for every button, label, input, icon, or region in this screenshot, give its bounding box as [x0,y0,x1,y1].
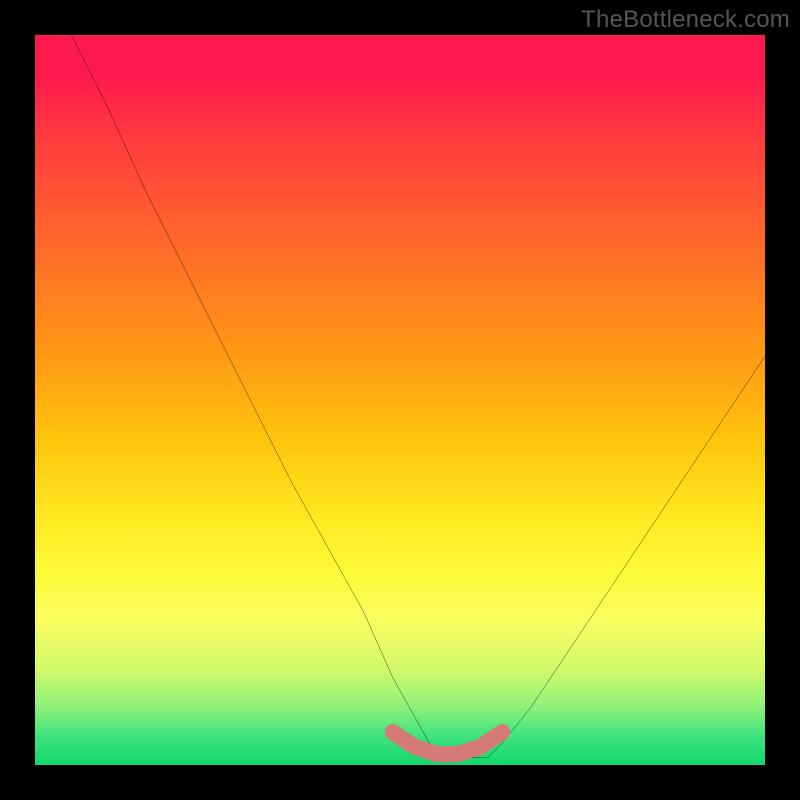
minimum-band-path [393,732,503,754]
bottleneck-curve-path [72,35,766,758]
watermark-text: TheBottleneck.com [581,6,790,34]
chart-svg [35,35,765,765]
plot-area [35,35,765,765]
chart-frame: TheBottleneck.com [0,0,800,800]
